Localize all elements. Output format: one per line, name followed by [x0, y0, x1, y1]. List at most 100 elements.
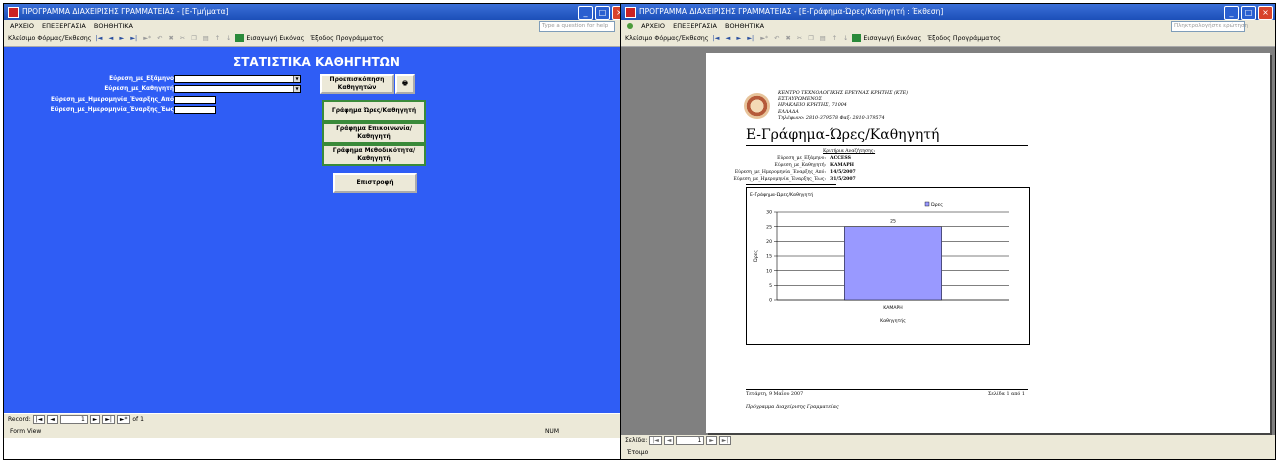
next-record-icon[interactable]: ►: [736, 35, 741, 42]
cut-icon[interactable]: ✂: [797, 35, 802, 42]
report-window: ΠΡΟΓΡΑΜΜΑ ΔΙΑΧΕΙΡΙΣΗΣ ΓΡΑΜΜΑΤΕΙΑΣ - [Ε-Γ…: [620, 3, 1276, 460]
new-record-icon[interactable]: ►*: [760, 35, 768, 42]
report-preview-area: ΚΕΝΤΡΟ ΤΕΧΝΟΛΟΓΙΚΗΣ ΕΡΕΥΝΑΣ ΚΡΗΤΗΣ (ΚΤΕ)…: [621, 47, 1275, 435]
minimize-button[interactable]: _: [1224, 6, 1239, 20]
semester-combo[interactable]: ▼: [174, 75, 301, 83]
menu-file[interactable]: ΑΡΧΕΙΟ: [641, 22, 665, 30]
chart-frame: Ε-Γράφημα-Ώρες/Καθηγητή Ώρες 0 5 10 15 20 25 30 2…: [746, 187, 1030, 345]
next-record-icon[interactable]: ►: [119, 35, 124, 42]
chevron-down-icon[interactable]: ▼: [293, 76, 300, 82]
sort-descending-icon[interactable]: ↓: [226, 35, 231, 42]
criteria-label: Εύρεση_με_Ημερομηνία_Έναρξης_Έως:: [733, 177, 826, 182]
prev-record-button[interactable]: ◄: [47, 415, 58, 424]
page-number-field[interactable]: 1: [676, 436, 705, 445]
previous-record-icon[interactable]: ◄: [726, 35, 731, 42]
previous-record-icon[interactable]: ◄: [109, 35, 114, 42]
criteria-value: 14/5/2007: [830, 170, 856, 175]
import-image-button[interactable]: Εισαγωγή Εικόνας: [246, 35, 304, 42]
title-divider: [746, 145, 1028, 146]
prev-page-button[interactable]: ◄: [663, 436, 675, 445]
criteria-divider: [746, 184, 836, 185]
report-page: ΚΕΝΤΡΟ ΤΕΧΝΟΛΟΓΙΚΗΣ ΕΡΕΥΝΑΣ ΚΡΗΤΗΣ (ΚΤΕ)…: [706, 53, 1270, 433]
chart-method-button[interactable]: Γράφημα Μεθοδικότητα/Καθηγητή: [322, 144, 426, 166]
close-form-button[interactable]: Κλείσιμο Φόρμας/Έκθεσης: [8, 35, 92, 42]
import-image-button[interactable]: Εισαγωγή Εικόνας: [863, 35, 921, 42]
minimize-button[interactable]: _: [578, 6, 593, 20]
sort-descending-icon[interactable]: ↓: [843, 35, 848, 42]
chart-contact-button[interactable]: Γράφημα Επικοινωνία/Καθηγητή: [322, 122, 426, 144]
sort-ascending-icon[interactable]: ↑: [832, 35, 837, 42]
undo-icon[interactable]: ↶: [774, 35, 779, 42]
teacher-label: Εύρεση_με_Καθηγητή: [104, 86, 174, 92]
record-number-field[interactable]: 1: [59, 415, 88, 424]
menu-edit[interactable]: ΕΠΕΞΕΡΓΑΣΙΑ: [42, 22, 86, 30]
close-button[interactable]: ×: [1258, 6, 1273, 20]
copy-icon[interactable]: ❐: [191, 35, 197, 42]
maximize-button[interactable]: □: [595, 6, 610, 20]
first-record-icon[interactable]: |◄: [96, 35, 103, 42]
paste-icon[interactable]: ▤: [820, 35, 826, 42]
help-search-input[interactable]: Type a question for help: [539, 21, 615, 32]
date-from-label: Εύρεση_με_Ημερομηνία_Έναρξης_Από: [50, 97, 174, 103]
preview-teachers-button[interactable]: Προεπισκόπηση Καθηγητών: [320, 74, 394, 94]
criteria-value: ΚΑΜΑΡΗ: [830, 163, 855, 168]
help-search-input[interactable]: Πληκτρολογήστε ερώτηση: [1171, 21, 1248, 32]
delete-record-icon[interactable]: ✖: [169, 35, 174, 42]
delete-record-icon[interactable]: ✖: [786, 35, 791, 42]
import-image-icon: [235, 34, 245, 42]
form-window: ΠΡΟΓΡΑΜΜΑ ΔΙΑΧΕΙΡΙΣΗΣ ΓΡΑΜΜΑΤΕΙΑΣ - [Ε-Τ…: [3, 3, 630, 460]
chart-hours-button[interactable]: Γράφημα Ώρες/Καθηγητή: [322, 100, 426, 122]
menu-file[interactable]: ΑΡΧΕΙΟ: [10, 22, 34, 30]
next-page-button[interactable]: ►: [706, 436, 717, 445]
last-page-button[interactable]: ►|: [718, 436, 732, 445]
new-record-button[interactable]: ►*: [116, 415, 131, 424]
semester-label: Εύρεση_με_Εξάμηνο: [109, 76, 174, 82]
y-tick-label: 30: [766, 210, 772, 216]
sort-ascending-icon[interactable]: ↑: [215, 35, 220, 42]
print-button[interactable]: 🖶: [395, 74, 415, 94]
status-bar: Έτοιμο: [621, 447, 1275, 459]
record-count: of 1: [132, 416, 144, 423]
undo-icon[interactable]: ↶: [157, 35, 162, 42]
record-label: Record:: [8, 416, 31, 423]
last-record-icon[interactable]: ►|: [747, 35, 754, 42]
access-app-icon: [625, 6, 636, 18]
last-record-button[interactable]: ►|: [102, 415, 115, 424]
ready-status: Έτοιμο: [627, 449, 649, 456]
criteria-label: Εύρεση_με_Καθηγητή:: [774, 163, 826, 168]
exit-program-button[interactable]: Έξοδος Προγράμματος: [927, 35, 1000, 42]
menu-edit[interactable]: ΕΠΕΞΕΡΓΑΣΙΑ: [673, 22, 717, 30]
last-record-icon[interactable]: ►|: [130, 35, 137, 42]
new-record-icon[interactable]: ►*: [143, 35, 151, 42]
back-button[interactable]: Επιστροφή: [333, 173, 417, 193]
y-tick-label: 25: [766, 224, 772, 230]
first-page-button[interactable]: |◄: [649, 436, 662, 445]
criteria-header: Κριτήρια Αναζήτησης:: [823, 149, 876, 154]
teacher-combo[interactable]: ▼: [174, 85, 301, 93]
title-bar: ΠΡΟΓΡΑΜΜΑ ΔΙΑΧΕΙΡΙΣΗΣ ΓΡΑΜΜΑΤΕΙΑΣ - [Ε-Τ…: [4, 4, 629, 20]
copy-icon[interactable]: ❐: [808, 35, 814, 42]
organization-info: ΚΕΝΤΡΟ ΤΕΧΝΟΛΟΓΙΚΗΣ ΕΡΕΥΝΑΣ ΚΡΗΤΗΣ (ΚΤΕ)…: [778, 91, 908, 122]
criteria-value: 31/5/2007: [830, 177, 856, 182]
close-form-button[interactable]: Κλείσιμο Φόρμας/Έκθεσης: [625, 35, 709, 42]
date-from-field[interactable]: [174, 96, 216, 104]
first-record-button[interactable]: |◄: [32, 415, 46, 424]
x-axis-label: Καθηγητής: [880, 317, 906, 324]
chevron-down-icon[interactable]: ▼: [293, 86, 300, 92]
y-tick-label: 20: [766, 239, 772, 245]
chart-title: Ε-Γράφημα-Ώρες/Καθηγητή: [750, 191, 813, 198]
cut-icon[interactable]: ✂: [180, 35, 185, 42]
exit-program-button[interactable]: Έξοδος Προγράμματος: [310, 35, 383, 42]
criteria-label: Εύρεση_με_Ημερομηνία_Έναρξης_Από:: [734, 170, 826, 175]
date-to-field[interactable]: [174, 106, 216, 114]
organization-logo: [744, 93, 770, 119]
y-axis-label: Ώρες: [752, 250, 759, 263]
paste-icon[interactable]: ▤: [203, 35, 209, 42]
menu-tools[interactable]: ΒΟΗΘΗΤΙΚΑ: [725, 22, 764, 30]
maximize-button[interactable]: □: [1241, 6, 1256, 20]
menu-tools[interactable]: ΒΟΗΘΗΤΙΚΑ: [94, 22, 133, 30]
next-record-button[interactable]: ►: [89, 415, 101, 424]
bar: [844, 226, 942, 301]
record-navigator: Record: |◄ ◄ 1 ► ►| ►* of 1: [4, 414, 629, 426]
first-record-icon[interactable]: |◄: [713, 35, 720, 42]
